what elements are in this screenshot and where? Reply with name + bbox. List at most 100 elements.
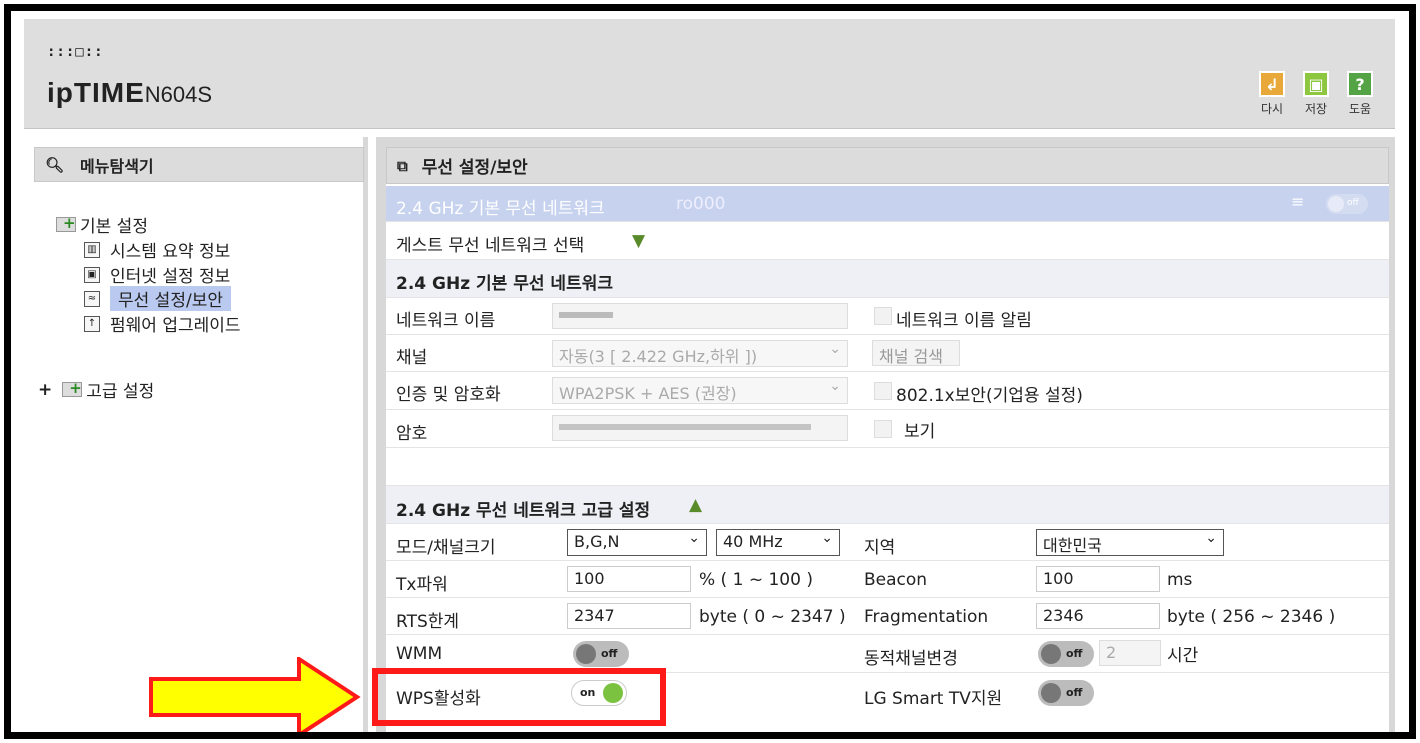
advanced-section-title: 2.4 GHz 무선 네트워크 고급 설정	[396, 501, 651, 521]
rts-input[interactable]: 2347	[567, 603, 691, 629]
redacted-bar	[559, 424, 811, 430]
tx-power-row: Tx파워 100 % ( 1 ~ 100 ) Beacon 100 ms	[386, 561, 1389, 598]
guest-select-label: 게스트 무선 네트워크 선택	[396, 236, 585, 256]
dyn-channel-toggle[interactable]: off	[1038, 641, 1094, 667]
content-panel: ⧉ 무선 설정/보안 2.4 GHz 기본 무선 네트워크 ro000 ≡ of…	[376, 137, 1395, 732]
triangle-down-icon: ▼	[632, 231, 646, 251]
bandwidth-select[interactable]: 40 MHz ⌄	[716, 529, 840, 556]
dyn-channel-label: 동적채널변경	[864, 649, 958, 669]
frag-unit: byte ( 256 ~ 2346 )	[1167, 607, 1336, 627]
brand-mark: :::□::	[47, 44, 104, 60]
rts-row: RTS한계 2347 byte ( 0 ~ 2347 ) Fragmentati…	[386, 598, 1389, 635]
floppy-icon: ▣	[1303, 71, 1329, 97]
mode-label: 모드/채널크기	[396, 538, 496, 558]
mode-select[interactable]: B,G,N ⌄	[567, 529, 707, 556]
reset-button[interactable]: ↲ 다시	[1250, 71, 1294, 117]
tree-item-label: 시스템 요약 정보	[110, 242, 231, 262]
auth-select[interactable]: WPA2PSK + AES (권장) ⌄	[552, 377, 848, 404]
tree-item-wireless[interactable]: ≈ 무선 설정/보안	[84, 286, 231, 311]
channel-search-label: 채널 검색	[879, 347, 943, 366]
reset-label: 다시	[1260, 102, 1284, 116]
channel-label: 채널	[396, 348, 428, 368]
beacon-label: Beacon	[864, 570, 928, 590]
auth-row: 인증 및 암호화 WPA2PSK + AES (권장) ⌄ 802.1x보안(기…	[386, 372, 1389, 410]
wireless-icon: ≈	[84, 290, 100, 307]
lgtv-label: LG Smart TV지원	[864, 689, 1003, 709]
chevron-down-icon: ⌄	[829, 378, 841, 394]
advanced-section-header[interactable]: 2.4 GHz 무선 네트워크 고급 설정 ▲	[386, 485, 1389, 524]
chart-icon: ▥	[84, 241, 100, 258]
network-bar-label: 2.4 GHz 기본 무선 네트워크	[396, 199, 605, 219]
password-field[interactable]	[552, 415, 848, 441]
expand-icon: +	[38, 379, 53, 400]
broadcast-checkbox[interactable]	[874, 307, 892, 325]
filter-lock-icon: ≡	[1291, 192, 1305, 211]
network-name-field[interactable]	[552, 303, 848, 329]
frag-input[interactable]: 2346	[1036, 603, 1160, 629]
page-title-bar: ⧉ 무선 설정/보안	[386, 147, 1389, 184]
tree-item-label: 인터넷 설정 정보	[110, 267, 231, 287]
wmm-toggle[interactable]: off	[573, 641, 629, 667]
region-select[interactable]: 대한민국 ⌄	[1036, 529, 1224, 556]
chevron-down-icon: ⌄	[821, 530, 833, 546]
channel-search-button[interactable]: 채널 검색	[872, 340, 960, 366]
brand-text: ipTIME	[47, 77, 145, 108]
toggle-state: off	[1347, 198, 1359, 208]
beacon-input[interactable]: 100	[1036, 566, 1160, 592]
enterprise-label: 802.1x보안(기업용 설정)	[896, 386, 1083, 406]
page-icon: ⧉	[397, 156, 408, 175]
chevron-down-icon: ⌄	[688, 530, 700, 546]
network-name-row: 네트워크 이름 네트워크 이름 알림	[386, 298, 1389, 335]
lgtv-toggle[interactable]: off	[1038, 680, 1094, 706]
tree-advanced-label: 고급 설정	[86, 382, 155, 402]
channel-select[interactable]: 자동(3 [ 2.422 GHz,하위 ]) ⌄	[552, 340, 848, 367]
toggle-knob	[1041, 683, 1061, 703]
mode-row: 모드/채널크기 B,G,N ⌄ 40 MHz ⌄ 지역 대한민국 ⌄	[386, 524, 1389, 561]
network-bar[interactable]: 2.4 GHz 기본 무선 네트워크 ro000 ≡ off	[386, 186, 1389, 222]
yellow-arrow-icon	[149, 657, 361, 732]
tree-item-system-summary[interactable]: ▥ 시스템 요약 정보	[84, 237, 230, 262]
menu-explorer-title: 메뉴탐색기	[80, 156, 154, 176]
menu-explorer-header: 🔍︎ 메뉴탐색기	[34, 147, 364, 182]
auth-value: WPA2PSK + AES (권장)	[559, 384, 737, 403]
tree-advanced-settings[interactable]: + 고급 설정	[38, 377, 154, 402]
tree-item-firmware[interactable]: ↑ 펌웨어 업그레이드	[84, 311, 241, 336]
help-label: 도움	[1348, 102, 1372, 116]
wps-highlight-box	[372, 668, 666, 726]
frag-label: Fragmentation	[864, 607, 989, 627]
tree-item-label: 무선 설정/보안	[110, 286, 231, 311]
rts-label: RTS한계	[396, 612, 460, 632]
beacon-unit: ms	[1167, 570, 1193, 590]
password-label: 암호	[396, 424, 428, 444]
toggle-state: off	[1066, 647, 1083, 660]
toggle-knob	[1328, 196, 1344, 212]
logo: ipTIMEN604S	[47, 77, 212, 109]
undo-icon: ↲	[1259, 71, 1285, 97]
beacon-value: 100	[1043, 569, 1074, 588]
tree-basic-settings[interactable]: 기본 설정	[56, 212, 148, 237]
dyn-channel-hours-value: 2	[1106, 643, 1117, 662]
channel-value: 자동(3 [ 2.422 GHz,하위 ])	[559, 347, 758, 366]
show-password-checkbox[interactable]	[874, 420, 892, 438]
folder-icon	[62, 379, 83, 397]
tree-item-internet-info[interactable]: ▣ 인터넷 설정 정보	[84, 262, 230, 287]
upgrade-icon: ↑	[84, 315, 100, 332]
password-row: 암호 보기	[386, 410, 1389, 448]
question-icon: ?	[1347, 71, 1373, 97]
help-button[interactable]: ? 도움	[1338, 71, 1382, 117]
dyn-channel-unit: 시간	[1167, 646, 1199, 666]
guest-network-selector[interactable]: 게스트 무선 네트워크 선택 ▼	[386, 222, 1389, 260]
save-button[interactable]: ▣ 저장	[1294, 71, 1338, 117]
network-toggle[interactable]: off	[1326, 194, 1368, 214]
broadcast-label: 네트워크 이름 알림	[896, 311, 1032, 331]
bandwidth-value: 40 MHz	[723, 532, 783, 551]
dyn-channel-hours-input[interactable]: 2	[1099, 640, 1161, 666]
menu-explorer: 🔍︎ 메뉴탐색기 기본 설정 ▥ 시스템 요약 정보 ▣ 인터넷 설정 정보 ≈…	[24, 137, 368, 732]
enterprise-checkbox[interactable]	[874, 382, 892, 400]
redacted-bar	[559, 312, 613, 318]
content-area: ⧉ 무선 설정/보안 2.4 GHz 기본 무선 네트워크 ro000 ≡ of…	[386, 147, 1389, 732]
tx-input[interactable]: 100	[567, 566, 691, 592]
wmm-label: WMM	[396, 644, 443, 664]
basic-section-title: 2.4 GHz 기본 무선 네트워크	[396, 274, 613, 294]
basic-section-header: 2.4 GHz 기본 무선 네트워크	[386, 260, 1389, 298]
